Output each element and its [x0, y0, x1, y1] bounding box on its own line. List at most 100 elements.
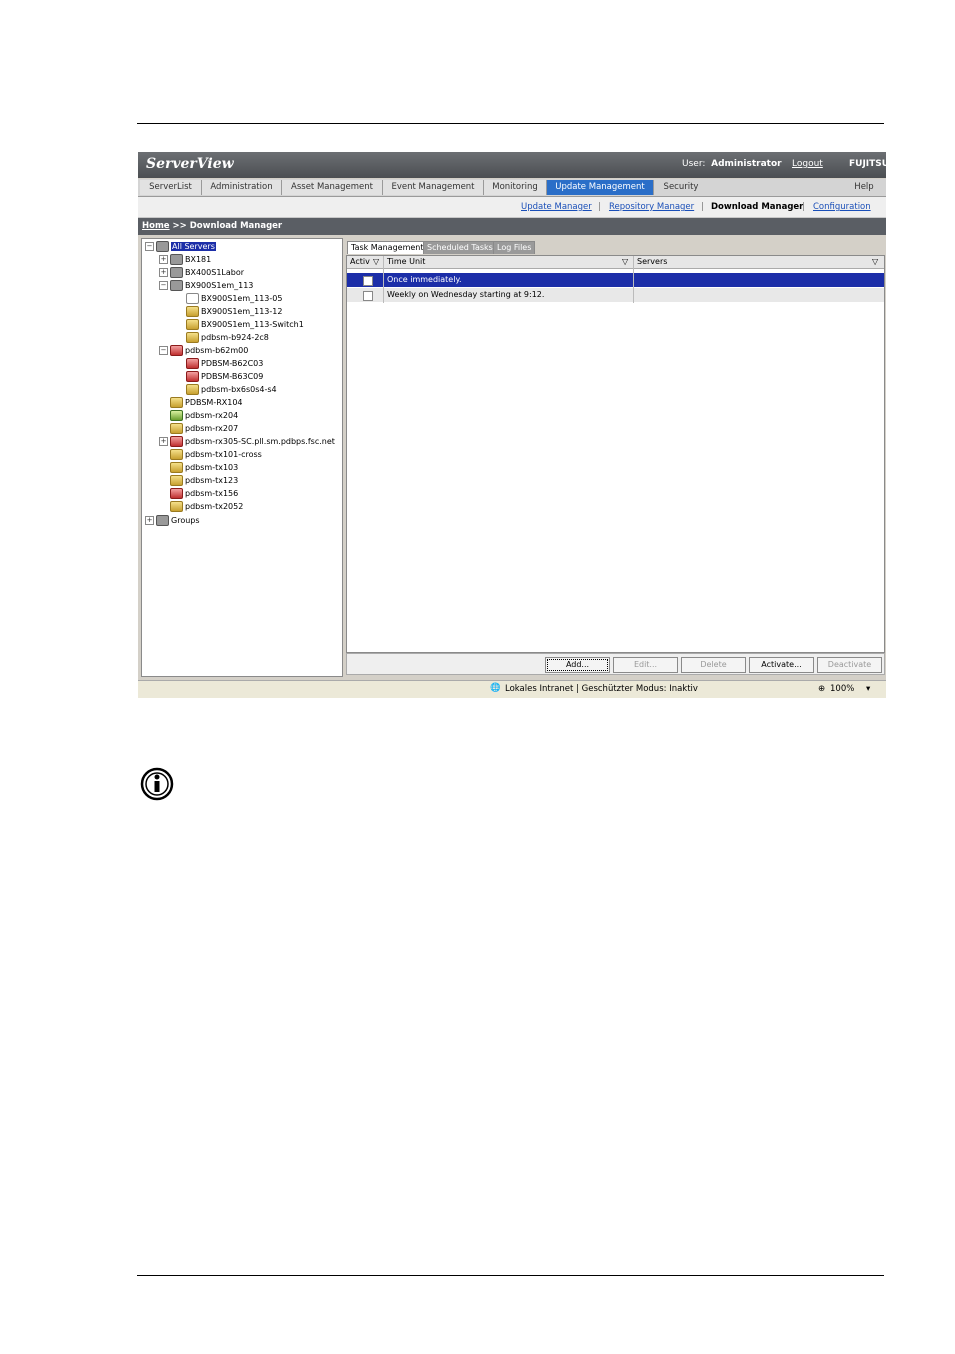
tab-log-files[interactable]: Log Files [493, 241, 536, 254]
tree-node[interactable]: + BX400S1Labor [159, 267, 244, 279]
tree-node[interactable]: pdbsm-rx204 [170, 410, 238, 422]
subnav-separator: | [802, 202, 805, 212]
tree-node[interactable]: pdbsm-tx2052 [170, 501, 243, 513]
tree-node[interactable]: BX900S1em_113-12 [186, 306, 282, 318]
server-error-icon [186, 371, 199, 382]
active-checkbox[interactable] [363, 276, 373, 286]
filter-icon[interactable]: ▽ [373, 256, 379, 268]
breadcrumb-current: >> Download Manager [172, 221, 283, 231]
tab-monitoring[interactable]: Monitoring [484, 180, 547, 195]
update-manager-link[interactable]: Update Manager [521, 202, 592, 212]
expand-icon[interactable]: + [159, 268, 168, 277]
expand-icon[interactable]: + [159, 437, 168, 446]
chassis-icon [170, 280, 183, 291]
server-group-icon [156, 241, 169, 252]
collapse-icon[interactable]: − [159, 346, 168, 355]
chevron-down-icon[interactable]: ▾ [866, 684, 870, 694]
active-checkbox[interactable] [363, 291, 373, 301]
title-bar: ServerView User: Administrator Logout FU… [138, 152, 889, 178]
zoom-icon: ⊕ [818, 684, 826, 694]
repository-manager-link[interactable]: Repository Manager [609, 202, 694, 212]
tree-node[interactable]: PDBSM-RX104 [170, 397, 243, 409]
column-divider [633, 256, 634, 303]
tree-node[interactable]: pdbsm-tx103 [170, 462, 238, 474]
server-tree: − All Servers + BX181 + BX400S1Labor − BX900… [141, 238, 343, 677]
tree-node-all-servers[interactable]: − All Servers [145, 241, 216, 253]
tree-node[interactable]: BX900S1em_113-05 [186, 293, 282, 305]
table-header: Activ ▽ Time Unit ▽ Servers ▽ [347, 256, 884, 269]
server-icon [170, 501, 183, 512]
edit-button[interactable]: Edit... [613, 657, 678, 673]
tree-node[interactable]: pdbsm-tx123 [170, 475, 238, 487]
globe-icon: 🌐 [490, 683, 501, 693]
table-row[interactable]: Once immediately. [347, 273, 884, 287]
server-ok-icon [170, 410, 183, 421]
chassis-icon [170, 254, 183, 265]
server-icon [170, 397, 183, 408]
tab-serverlist[interactable]: ServerList [140, 180, 202, 195]
info-icon [140, 767, 174, 801]
blank-server-icon [186, 293, 199, 304]
time-unit-cell: Once immediately. [387, 275, 462, 284]
chassis-icon [170, 267, 183, 278]
top-rule [137, 123, 884, 124]
delete-button[interactable]: Delete [681, 657, 746, 673]
tree-node[interactable]: pdbsm-tx101-cross [170, 449, 262, 461]
tab-task-management[interactable]: Task Management [347, 241, 428, 254]
tree-node-groups[interactable]: + Groups [145, 515, 200, 527]
breadcrumb-home-link[interactable]: Home [142, 221, 170, 231]
deactivate-button[interactable]: Deactivate [817, 657, 882, 673]
filter-icon[interactable]: ▽ [622, 256, 628, 268]
tree-node[interactable]: PDBSM-B62C03 [186, 358, 263, 370]
tab-security[interactable]: Security [654, 180, 708, 195]
table-row[interactable]: Weekly on Wednesday starting at 9:12. [347, 288, 884, 302]
column-time-unit[interactable]: Time Unit [387, 256, 425, 268]
download-manager-current: Download Manager [711, 202, 804, 212]
tree-node[interactable]: BX900S1em_113-Switch1 [186, 319, 304, 331]
breadcrumb: Home >> Download Manager [138, 218, 886, 235]
tree-node[interactable]: pdbsm-bx6s0s4-s4 [186, 384, 277, 396]
server-error-icon [170, 345, 183, 356]
tree-node[interactable]: + pdbsm-rx305-SC.pll.sm.pdbps.fsc.net [159, 436, 335, 448]
tab-event-management[interactable]: Event Management [383, 180, 484, 195]
expand-icon[interactable]: + [159, 255, 168, 264]
subnav-separator: | [701, 202, 704, 212]
server-error-icon [186, 358, 199, 369]
tree-node[interactable]: pdbsm-tx156 [170, 488, 238, 500]
column-active[interactable]: Activ [350, 256, 370, 268]
tree-node[interactable]: − BX900S1em_113 [159, 280, 253, 292]
tree-node[interactable]: − pdbsm-b62m00 [159, 345, 248, 357]
expand-icon[interactable]: + [145, 516, 154, 525]
tree-node[interactable]: + BX181 [159, 254, 211, 266]
tab-update-management[interactable]: Update Management [547, 180, 654, 195]
activate-button[interactable]: Activate... [749, 657, 814, 673]
zone-status: Lokales Intranet | Geschützter Modus: In… [505, 684, 698, 694]
zoom-level[interactable]: 100% [830, 684, 854, 694]
server-icon [186, 332, 199, 343]
add-button[interactable]: Add... [545, 657, 610, 673]
tab-asset-management[interactable]: Asset Management [282, 180, 383, 195]
bottom-rule [137, 1275, 884, 1276]
user-info: User: Administrator [682, 159, 782, 169]
time-unit-cell: Weekly on Wednesday starting at 9:12. [387, 290, 545, 299]
server-error-icon [170, 488, 183, 499]
tab-help[interactable]: Help [844, 180, 884, 195]
server-icon [170, 475, 183, 486]
column-divider [383, 256, 384, 303]
browser-status-bar: 🌐 Lokales Intranet | Geschützter Modus: … [138, 680, 886, 698]
sub-navigation: Update Manager | Repository Manager | Do… [138, 197, 886, 218]
server-icon [186, 319, 199, 330]
configuration-link[interactable]: Configuration [813, 202, 871, 212]
server-icon [170, 423, 183, 434]
column-servers[interactable]: Servers [637, 256, 667, 268]
tree-node[interactable]: pdbsm-rx207 [170, 423, 238, 435]
tree-node[interactable]: PDBSM-B63C09 [186, 371, 263, 383]
task-table: Activ ▽ Time Unit ▽ Servers ▽ Once immed… [346, 255, 885, 653]
tab-administration[interactable]: Administration [202, 180, 282, 195]
logout-link[interactable]: Logout [792, 159, 823, 169]
tab-scheduled-tasks[interactable]: Scheduled Tasks [423, 241, 497, 254]
tree-node[interactable]: pdbsm-b924-2c8 [186, 332, 269, 344]
filter-icon[interactable]: ▽ [872, 256, 878, 268]
collapse-icon[interactable]: − [159, 281, 168, 290]
collapse-icon[interactable]: − [145, 242, 154, 251]
